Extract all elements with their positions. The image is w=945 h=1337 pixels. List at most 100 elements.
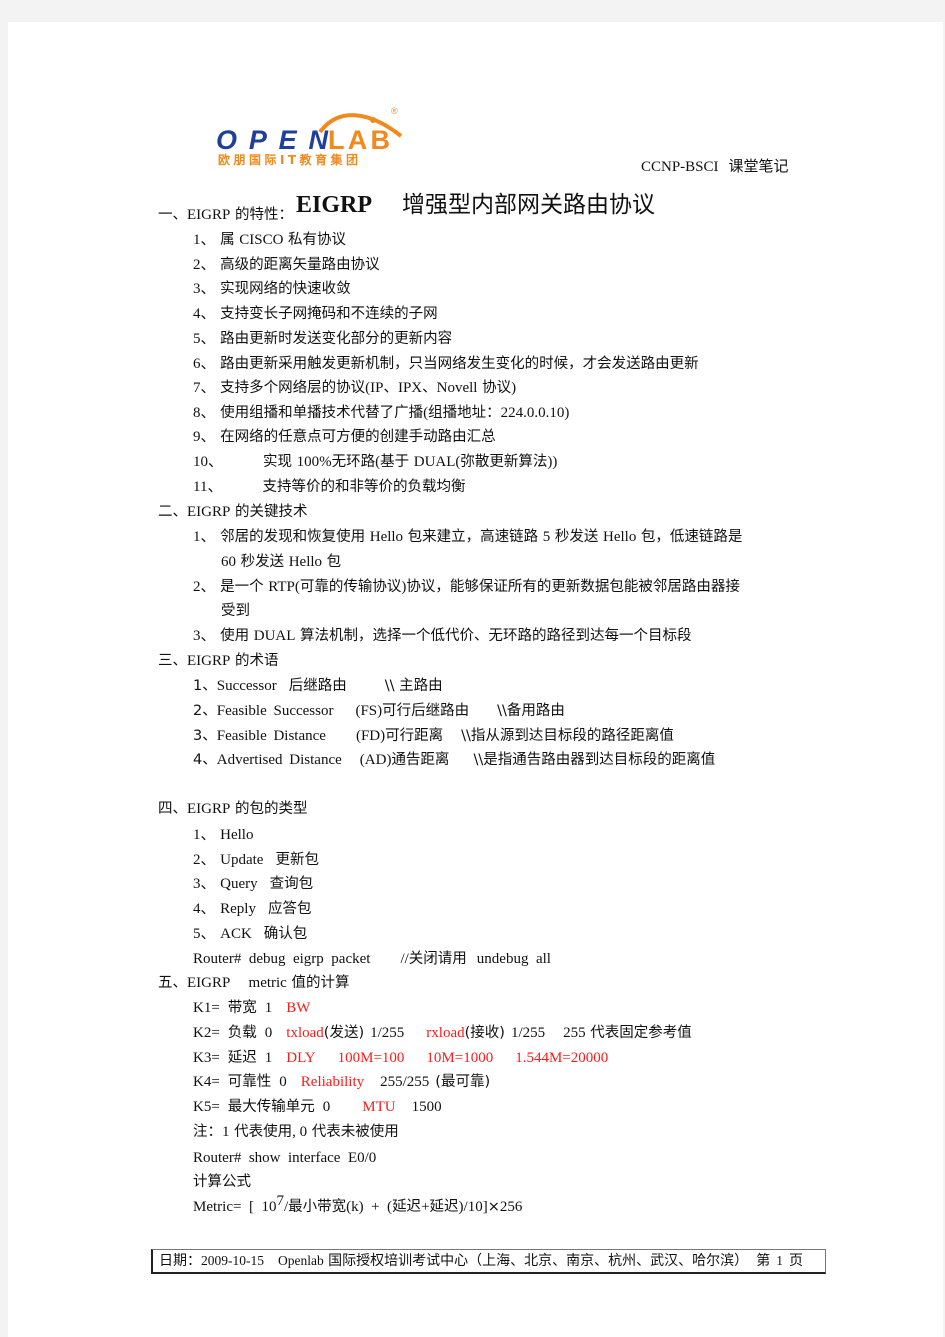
text-span: 、 xyxy=(422,380,437,396)
packet-type-item: 2、 Update 更新包 xyxy=(193,850,319,870)
text-span: )) xyxy=(547,454,558,470)
text-span: 最大传输单元 xyxy=(227,1099,315,1115)
section-heading-5: 五、EIGRP metric 值的计算 xyxy=(158,973,349,993)
text-span: 255/255 xyxy=(380,1074,430,1090)
text-span: 的关键技术 xyxy=(230,504,308,520)
text-span: 255 xyxy=(563,1025,586,1041)
text-span: 路由更新时发送变化部分的更新内容 xyxy=(220,331,453,347)
heading-cn: 的特性： xyxy=(230,207,293,223)
text-span: 算法机制，选择一个低代价、无环路的路径到达每一个目标段 xyxy=(295,628,692,644)
text-span: 延迟 xyxy=(392,1199,422,1215)
text-span: 基于 xyxy=(380,454,414,470)
text-span: 0 xyxy=(299,1124,308,1140)
text-span: 2、 xyxy=(193,257,216,273)
text-span: 的包的类型 xyxy=(230,801,308,817)
text-span: 三、 xyxy=(158,653,187,669)
text-span: 最小带宽 xyxy=(288,1199,347,1215)
text-span: 实现网络的快速收敛 xyxy=(220,281,351,297)
text-span: \\指从源到达目标段的路径距离值 xyxy=(461,728,674,744)
page-footer: 日期：2009-10-15 Openlab 国际授权培训考试中心（上海、北京、南京… xyxy=(151,1249,826,1274)
text-span: 路由更新采用触发更新机制，只当网络发生变化的时候，才会发送路由更新 xyxy=(220,356,699,372)
text-span: 10M=1000 xyxy=(426,1050,494,1066)
text-span: 后继路由 xyxy=(288,678,347,694)
text-span: Novell xyxy=(436,380,478,396)
text-span: 高级的距离矢量路由协议 xyxy=(220,257,380,273)
text-span: Reliability xyxy=(300,1074,365,1090)
section-heading-2: 二、EIGRP 的关键技术 xyxy=(158,502,307,522)
text-span: 确认包 xyxy=(263,926,308,942)
text-span: K2= xyxy=(193,1025,220,1041)
page-prefix: 第 xyxy=(756,1253,771,1269)
logo-subtitle: 欧朋国际IT教育集团 xyxy=(218,152,358,166)
text-span: Router# debug eigrp packet xyxy=(193,951,371,967)
text-span: 1 xyxy=(222,1124,230,1140)
text-span: DUAL xyxy=(253,628,296,644)
text-span: 1、 xyxy=(193,678,217,694)
openlab-logo: ® OPEN LAB 欧朋国际IT教育集团 xyxy=(208,104,408,166)
text-span: 的术语 xyxy=(230,653,279,669)
text-span: CISCO xyxy=(239,232,284,248)
text-span: K5= xyxy=(193,1099,220,1115)
text-span: Hello xyxy=(220,827,254,843)
list-item-continuation: 受到 xyxy=(221,601,250,621)
text-span: undebug all xyxy=(476,951,551,967)
text-span: 2、 xyxy=(193,579,216,595)
list-item: 2、 是一个 RTP(可靠的传输协议)协议，能够保证所有的更新数据包能被邻居路由… xyxy=(193,577,740,597)
org-en: Openlab xyxy=(278,1253,324,1268)
list-item: 10、 实现 100%无环路(基于 DUAL(弥散更新算法)) xyxy=(193,452,557,472)
text-span: EIGRP xyxy=(187,504,231,520)
text-span: ACK xyxy=(220,926,252,942)
text-span: 协议，能够保证所有的更新数据包能被邻居路由器接 xyxy=(406,579,740,595)
text-span: 代表固定参考值 xyxy=(585,1025,692,1041)
text-span: 1/255 xyxy=(510,1025,546,1041)
page-suffix: 页 xyxy=(788,1253,803,1269)
page-number: 1 xyxy=(776,1253,783,1268)
text-span: 60 xyxy=(221,554,236,570)
text-span: 代表使用 xyxy=(229,1124,293,1140)
text-span: (k) + ( xyxy=(346,1199,393,1215)
text-span: 私有协议 xyxy=(283,232,347,248)
list-item: 1、 邻居的发现和恢复使用 Hello 包来建立，高速链路 5 秒发送 Hell… xyxy=(193,527,742,547)
text-span: ) xyxy=(511,380,517,396)
document-page: ® OPEN LAB 欧朋国际IT教育集团 CCNP-BSCI 课堂笔记 EIGR… xyxy=(8,22,943,1337)
text-span: 2、 xyxy=(193,852,216,868)
text-span: 可靠性 xyxy=(227,1074,272,1090)
text-span: 0 xyxy=(322,1099,331,1115)
term-item: 3、Feasible Distance (FD)可行距离 \\指从源到达目标段的路径… xyxy=(193,726,674,746)
text-span: + xyxy=(421,1199,430,1215)
title-en: EIGRP xyxy=(296,192,373,218)
text-span: \\备用路由 xyxy=(497,703,565,719)
text-span: (发送) xyxy=(323,1025,365,1041)
formula-label: 计算公式 xyxy=(193,1172,251,1192)
text-span: 8、 xyxy=(193,405,216,421)
text-span: 二、 xyxy=(158,504,187,520)
text-span: 可行后继路由 xyxy=(382,703,470,719)
metric-formula: Metric= [ 107/最小带宽(k) + (延迟+延迟)/10]×256 xyxy=(193,1194,522,1217)
text-span: 支持等价的和非等价的负载均衡 xyxy=(262,479,466,495)
packet-type-item: 3、 Query 查询包 xyxy=(193,874,313,894)
text-span: 4、 xyxy=(193,901,216,917)
list-item: 7、 支持多个网络层的协议(IP、IPX、Novell 协议) xyxy=(193,378,516,398)
text-span: 100% xyxy=(296,454,332,470)
text-span: 使用组播和单播技术代替了广播 xyxy=(220,405,424,421)
k2-row: K2= 负载 0 txload(发送) 1/255 rxload(接收) 1/255 255 … xyxy=(193,1023,692,1043)
section-heading-1: 一、EIGRP 的特性： xyxy=(158,205,293,225)
text-span: 通告距离 xyxy=(391,752,450,768)
text-span: 7 xyxy=(276,1193,284,1209)
text-span: EIGRP xyxy=(187,653,231,669)
text-span: 更新包 xyxy=(275,852,319,868)
text-span: (最可靠) xyxy=(435,1074,491,1090)
text-span: 224.0.0.10) xyxy=(500,405,570,421)
text-span: 1.544M=20000 xyxy=(515,1050,609,1066)
text-span: 包 xyxy=(322,554,342,570)
text-span: 可行距离 xyxy=(385,728,444,744)
text-span: (FS) xyxy=(355,703,383,719)
text-span: Hello xyxy=(288,554,323,570)
text-span: 1/255 xyxy=(370,1025,405,1041)
text-span: BW xyxy=(286,1000,311,1016)
term-item: 4、Advertised Distance (AD)通告距离 \\是指通告路由器到达… xyxy=(193,750,715,770)
text-span: \\ 主路由 xyxy=(384,678,443,694)
text-span: // xyxy=(400,951,409,967)
logo-brand-lab: LAB xyxy=(328,125,390,155)
text-span: 是一个 xyxy=(220,579,269,595)
